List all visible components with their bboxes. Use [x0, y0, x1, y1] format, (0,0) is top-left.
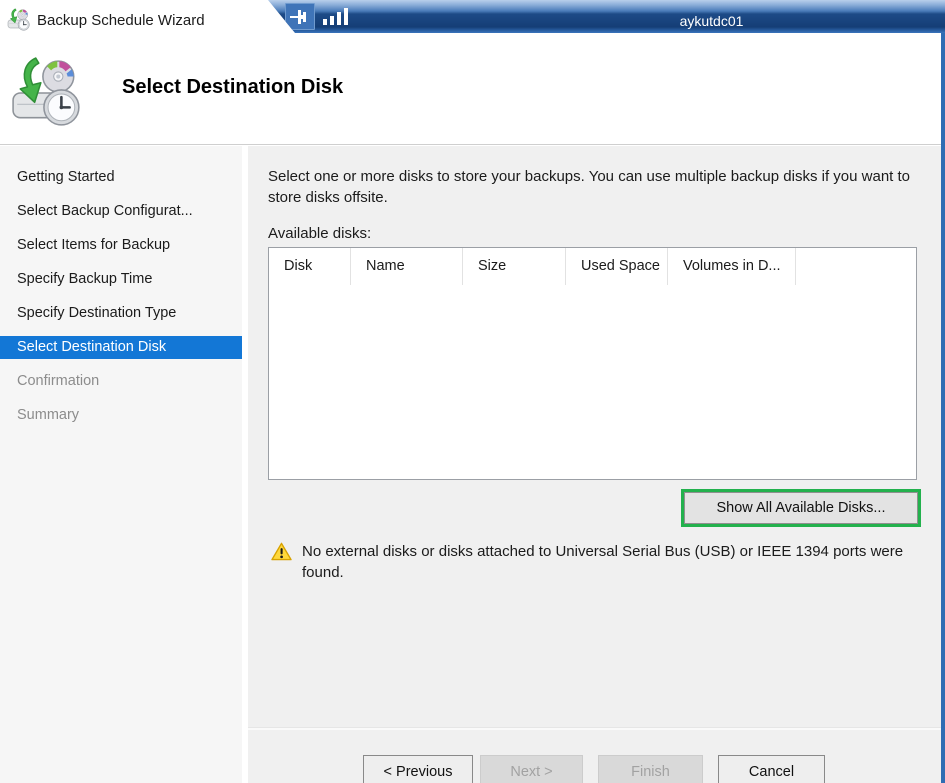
rdp-connection-bar: aykutdc01: [268, 0, 945, 33]
backup-wizard-icon: [7, 8, 31, 32]
warning-message: No external disks or disks attached to U…: [302, 541, 906, 583]
available-disks-table[interactable]: Disk Name Size Used Space Volumes in D..…: [268, 247, 917, 480]
disk-clock-icon: [10, 56, 84, 130]
step-select-destination-disk: Select Destination Disk: [0, 336, 242, 359]
window-title: Backup Schedule Wizard: [37, 12, 205, 29]
column-header-volumes-in-disk[interactable]: Volumes in D...: [668, 248, 796, 285]
column-header-name[interactable]: Name: [351, 248, 463, 285]
show-all-available-disks-button[interactable]: Show All Available Disks...: [684, 492, 918, 524]
next-button[interactable]: Next >: [480, 755, 583, 783]
step-getting-started: Getting Started: [0, 166, 242, 189]
step-confirmation: Confirmation: [0, 370, 242, 393]
previous-button[interactable]: < Previous: [363, 755, 473, 783]
signal-strength-icon[interactable]: [323, 8, 349, 25]
column-header-used-space[interactable]: Used Space: [566, 248, 668, 285]
pin-icon: [290, 9, 310, 25]
wizard-header: Select Destination Disk: [0, 40, 945, 145]
column-header-disk[interactable]: Disk: [269, 248, 351, 285]
finish-button[interactable]: Finish: [598, 755, 703, 783]
annotation-highlight-box: Show All Available Disks...: [681, 489, 921, 527]
available-disks-label: Available disks:: [268, 225, 371, 242]
rdp-server-name: aykutdc01: [478, 12, 945, 31]
wizard-steps-sidebar: Getting Started Select Backup Configurat…: [0, 146, 245, 783]
column-header-size[interactable]: Size: [463, 248, 566, 285]
backup-schedule-wizard-window: Backup Schedule Wizard aykutdc01: [0, 0, 945, 783]
cancel-button[interactable]: Cancel: [718, 755, 825, 783]
window-right-border: [941, 33, 945, 783]
warning-icon: [271, 542, 292, 561]
step-specify-backup-time: Specify Backup Time: [0, 268, 242, 291]
footer-separator: [248, 727, 941, 730]
wizard-content-panel: Select one or more disks to store your b…: [248, 146, 941, 783]
table-body-empty[interactable]: [269, 285, 916, 481]
step-specify-destination-type: Specify Destination Type: [0, 302, 242, 325]
step-select-items-for-backup: Select Items for Backup: [0, 234, 242, 257]
column-header-spacer: [796, 248, 916, 285]
pin-button[interactable]: [285, 3, 315, 30]
table-header-row: Disk Name Size Used Space Volumes in D..…: [269, 248, 916, 285]
step-summary: Summary: [0, 404, 242, 427]
instruction-text: Select one or more disks to store your b…: [268, 166, 932, 208]
step-select-backup-configuration: Select Backup Configurat...: [0, 200, 242, 223]
page-title: Select Destination Disk: [122, 76, 343, 99]
